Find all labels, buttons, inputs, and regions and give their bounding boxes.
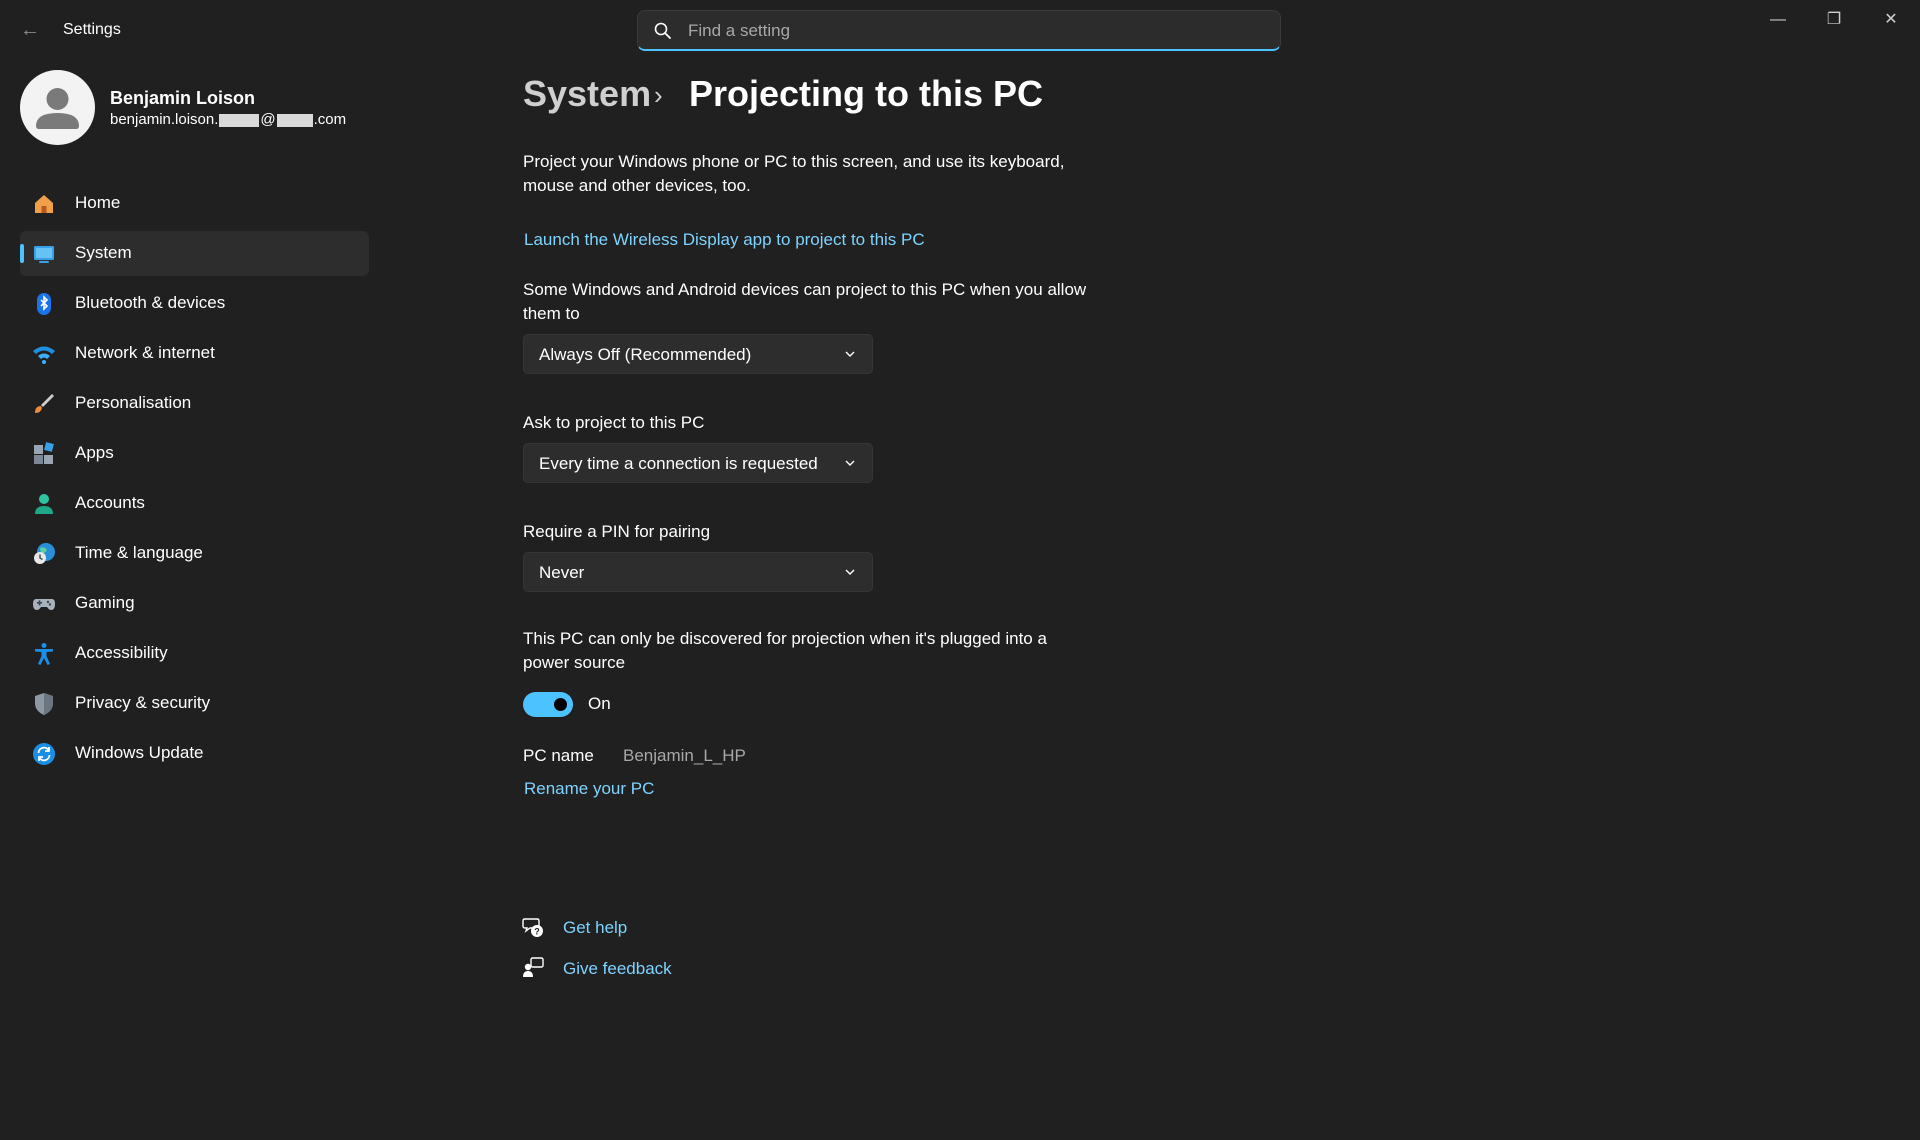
sidebar-item-system[interactable]: System xyxy=(20,231,369,276)
account-icon xyxy=(35,494,53,514)
pc-name-label: PC name xyxy=(523,746,594,765)
app-title: Settings xyxy=(63,21,121,38)
gamepad-icon xyxy=(33,599,55,610)
back-button[interactable]: ← xyxy=(18,18,42,42)
sidebar-item-accounts[interactable]: Accounts xyxy=(20,481,369,526)
sidebar-item-privacy[interactable]: Privacy & security xyxy=(20,681,369,726)
pc-name-value: Benjamin_L_HP xyxy=(623,746,746,765)
give-feedback-link[interactable]: Give feedback xyxy=(563,959,672,979)
brush-icon xyxy=(35,394,54,413)
power-source-toggle[interactable] xyxy=(523,692,573,717)
sidebar-item-apps[interactable]: Apps xyxy=(20,431,369,476)
dropdown-value: Never xyxy=(539,563,585,582)
dropdown-value: Every time a connection is requested xyxy=(539,454,818,473)
page-title: Projecting to this PC xyxy=(689,73,1044,114)
minimize-button[interactable]: — xyxy=(1758,8,1798,32)
redacted-block xyxy=(219,113,260,127)
sidebar-item-time-language[interactable]: Time & language xyxy=(20,531,369,576)
get-help-link[interactable]: Get help xyxy=(563,918,627,938)
home-icon xyxy=(35,195,53,213)
sidebar-item-label: Apps xyxy=(75,443,114,462)
chevron-down-icon xyxy=(845,351,855,357)
dropdown-value: Always Off (Recommended) xyxy=(539,345,752,364)
sidebar-item-bluetooth[interactable]: Bluetooth & devices xyxy=(20,281,369,326)
require-pin-dropdown[interactable]: Never xyxy=(523,552,873,592)
accessibility-icon xyxy=(35,643,53,665)
search-input[interactable] xyxy=(688,19,1268,43)
sidebar-item-network[interactable]: Network & internet xyxy=(20,331,369,376)
globe-clock-icon xyxy=(34,543,55,564)
maximize-button[interactable]: ❐ xyxy=(1814,8,1854,32)
sidebar-item-label: Time & language xyxy=(75,543,203,562)
sidebar-item-label: Windows Update xyxy=(75,743,204,762)
intro-text: Project your Windows phone or PC to this… xyxy=(523,152,1065,195)
sidebar-item-home[interactable]: Home xyxy=(20,181,369,226)
sidebar-item-label: Personalisation xyxy=(75,393,192,412)
launch-wireless-display-link[interactable]: Launch the Wireless Display app to proje… xyxy=(524,230,925,250)
search-box[interactable] xyxy=(637,10,1281,51)
sidebar-item-label: Privacy & security xyxy=(75,693,211,712)
close-button[interactable]: ✕ xyxy=(1871,8,1911,32)
sidebar-item-label: Network & internet xyxy=(75,343,215,362)
chevron-down-icon xyxy=(845,460,855,466)
allow-projection-label: Some Windows and Android devices can pro… xyxy=(523,280,1087,323)
sidebar-item-personalisation[interactable]: Personalisation xyxy=(20,381,369,426)
sidebar-item-label: System xyxy=(75,243,132,262)
breadcrumb-separator: › xyxy=(654,80,663,110)
user-email: benjamin.loison. @ .com xyxy=(110,111,347,128)
sidebar-item-accessibility[interactable]: Accessibility xyxy=(20,631,369,676)
sidebar-item-windows-update[interactable]: Windows Update xyxy=(20,731,369,776)
get-help-icon: ? xyxy=(522,918,543,937)
feedback-icon xyxy=(523,957,544,977)
sidebar-item-label: Home xyxy=(75,193,121,212)
toggle-state-text: On xyxy=(588,694,611,713)
sidebar-item-label: Bluetooth & devices xyxy=(75,293,226,312)
bluetooth-icon xyxy=(37,293,51,315)
redacted-block xyxy=(276,113,313,127)
svg-text:?: ? xyxy=(534,927,540,937)
shield-icon xyxy=(35,693,53,715)
require-pin-label: Require a PIN for pairing xyxy=(523,522,711,541)
update-icon xyxy=(33,743,55,765)
rename-pc-link[interactable]: Rename your PC xyxy=(524,779,654,799)
breadcrumb-parent[interactable]: System xyxy=(523,73,651,115)
power-source-label: This PC can only be discovered for proje… xyxy=(523,629,1047,672)
ask-to-project-dropdown[interactable]: Every time a connection is requested xyxy=(523,443,873,483)
person-icon xyxy=(36,88,79,129)
sidebar-item-label: Accounts xyxy=(75,493,145,512)
sidebar-item-label: Gaming xyxy=(75,593,135,612)
user-name: Benjamin Loison xyxy=(110,88,256,108)
system-icon xyxy=(34,246,54,263)
wifi-icon xyxy=(33,346,55,364)
sidebar-item-gaming[interactable]: Gaming xyxy=(20,581,369,626)
allow-projection-dropdown[interactable]: Always Off (Recommended) xyxy=(523,334,873,374)
avatar[interactable] xyxy=(20,70,95,145)
ask-to-project-label: Ask to project to this PC xyxy=(523,413,705,432)
toggle-knob xyxy=(554,698,567,711)
sidebar-item-label: Accessibility xyxy=(75,643,168,662)
selection-indicator xyxy=(20,244,24,263)
apps-icon xyxy=(34,442,54,464)
chevron-down-icon xyxy=(845,569,855,575)
search-icon xyxy=(654,22,671,39)
